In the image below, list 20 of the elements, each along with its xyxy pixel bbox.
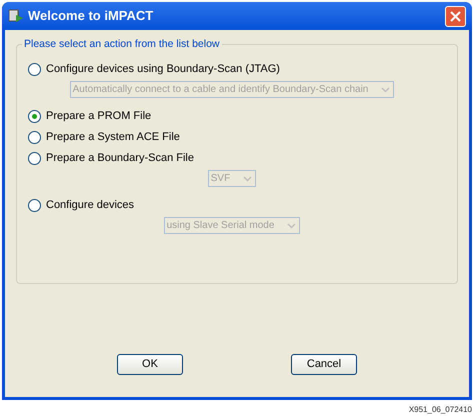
option-label: Prepare a PROM File xyxy=(46,109,152,124)
dialog-button[interactable]: OK xyxy=(117,354,183,375)
dropdown-value: SVF xyxy=(210,172,232,186)
radio-button[interactable] xyxy=(28,152,41,165)
radio-button[interactable] xyxy=(28,63,41,76)
radio-button[interactable] xyxy=(28,199,41,212)
option-label: Configure devices xyxy=(46,198,134,214)
close-button[interactable] xyxy=(445,6,466,26)
dropdown-value: Automatically connect to a cable and identify Boundary-Scan chain xyxy=(72,83,370,97)
window-title: Welcome to iMPACT xyxy=(28,7,154,26)
radio-button[interactable] xyxy=(28,110,41,123)
option-label: Configure devices using Boundary-Scan (JTAG) xyxy=(46,62,280,78)
option-label: Prepare a System ACE File xyxy=(46,130,180,146)
figure-id: X951_06_072410 xyxy=(408,404,472,416)
app-icon xyxy=(8,8,24,24)
close-icon xyxy=(450,10,461,22)
radio-button[interactable] xyxy=(28,131,41,144)
dropdown-value: using Slave Serial mode xyxy=(166,219,276,233)
option-label: Prepare a Boundary-Scan File xyxy=(46,151,194,166)
dialog-button[interactable]: Cancel xyxy=(291,354,357,375)
